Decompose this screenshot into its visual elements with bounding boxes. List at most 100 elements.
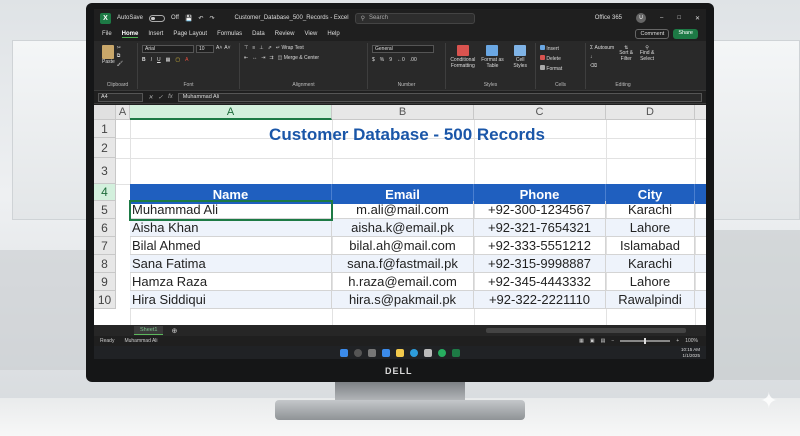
zoom-out-icon[interactable]: − (611, 338, 614, 344)
cell-email[interactable]: bilal.ah@mail.com (332, 237, 474, 255)
edge-browser-icon[interactable] (410, 348, 418, 357)
underline-icon[interactable]: U (157, 57, 161, 63)
save-icon[interactable]: 💾 (185, 15, 192, 22)
cell-phone[interactable]: +92-322-2221110 (474, 291, 606, 309)
cell-name[interactable]: Muhammad Ali (130, 201, 332, 219)
decrease-font-icon[interactable]: A˅ (224, 45, 230, 53)
fill-icon[interactable]: ↓ (590, 54, 614, 60)
cell-status[interactable]: Active (695, 201, 706, 219)
task-view-icon[interactable] (368, 348, 376, 357)
indent-icon[interactable]: ⇉ (269, 55, 273, 61)
comment-button[interactable]: Comment (635, 29, 670, 39)
cell-city[interactable]: Lahore (606, 219, 695, 237)
cell-name[interactable]: Hira Siddiqui (130, 291, 332, 309)
search-box[interactable]: ⚲ Search (354, 12, 475, 24)
tab-view[interactable]: View (304, 31, 317, 37)
font-size-select[interactable]: 10 (196, 45, 214, 53)
autosum-button[interactable]: Σ Autosum (590, 45, 614, 51)
cell-status[interactable]: Active (695, 219, 706, 237)
normal-view-icon[interactable]: ▦ (579, 338, 584, 344)
spreadsheet-grid[interactable]: AABCDE12345678910Customer Database - 500… (94, 105, 706, 325)
select-all-corner[interactable] (94, 105, 116, 120)
avatar[interactable]: U (636, 13, 646, 23)
sheet-title-cell[interactable]: Customer Database - 500 Records (131, 122, 683, 147)
align-middle-icon[interactable]: ≡ (252, 45, 255, 51)
row-header-6[interactable]: 6 (94, 219, 116, 237)
align-top-icon[interactable]: ⊤ (244, 45, 248, 51)
format-painter-icon[interactable]: 🖌 (117, 61, 123, 67)
increase-decimal-icon[interactable]: ←0 (397, 57, 405, 63)
bold-icon[interactable]: B (142, 57, 146, 63)
comma-icon[interactable]: 9 (389, 57, 392, 63)
clear-icon[interactable]: ⌫ (590, 63, 614, 69)
column-header-a[interactable]: A (130, 105, 332, 120)
wrap-text-button[interactable]: ↵ Wrap Text (276, 45, 304, 51)
format-as-table-button[interactable]: Format as Table (480, 45, 506, 69)
font-color-icon[interactable]: A (185, 57, 188, 63)
cell-city[interactable]: Karachi (606, 255, 695, 273)
delete-cells-button[interactable]: Delete (540, 55, 581, 62)
windows-start-icon[interactable] (340, 348, 348, 357)
row-header-8[interactable]: 8 (94, 255, 116, 273)
cell-name[interactable]: Sana Fatima (130, 255, 332, 273)
maximize-icon[interactable]: □ (677, 15, 681, 21)
percent-icon[interactable]: % (380, 57, 384, 63)
row-header-5[interactable]: 5 (94, 201, 116, 219)
italic-icon[interactable]: I (151, 57, 152, 63)
cell-email[interactable]: hira.s@pakmail.pk (332, 291, 474, 309)
merge-center-button[interactable]: ◫ Merge & Center (278, 55, 319, 61)
cell-email[interactable]: m.ali@mail.com (332, 201, 474, 219)
align-bottom-icon[interactable]: ⊥ (259, 45, 263, 51)
cell-phone[interactable]: +92-333-5551212 (474, 237, 606, 255)
cell-phone[interactable]: +92-315-9998887 (474, 255, 606, 273)
cell-email[interactable]: aisha.k@email.pk (332, 219, 474, 237)
increase-font-icon[interactable]: A˄ (216, 45, 222, 53)
undo-icon[interactable]: ↶ (198, 15, 203, 22)
tab-file[interactable]: File (102, 31, 112, 37)
row-header-1[interactable]: 1 (94, 120, 116, 138)
row-header-4[interactable]: 4 (94, 184, 116, 201)
cut-icon[interactable]: ✂ (117, 45, 123, 51)
row-header-10[interactable]: 10 (94, 291, 116, 309)
cell-phone[interactable]: +92-300-1234567 (474, 201, 606, 219)
copy-icon[interactable]: ⧉ (117, 53, 123, 59)
cell-email[interactable]: sana.f@fastmail.pk (332, 255, 474, 273)
column-header-c[interactable]: C (474, 105, 606, 120)
widgets-icon[interactable] (382, 348, 390, 357)
page-break-icon[interactable]: ▤ (601, 338, 606, 344)
cell-phone[interactable]: +92-345-4443332 (474, 273, 606, 291)
number-format-select[interactable]: General (372, 45, 434, 53)
sheet-tab-sheet1[interactable]: Sheet1 (134, 326, 164, 335)
name-box[interactable]: A4 (98, 92, 143, 102)
file-explorer-icon[interactable] (396, 348, 404, 357)
decrease-decimal-icon[interactable]: .00 (410, 57, 417, 63)
cell-styles-button[interactable]: Cell Styles (509, 45, 531, 69)
column-header-a[interactable]: A (116, 105, 130, 120)
row-header-3[interactable]: 3 (94, 158, 116, 184)
tab-insert[interactable]: Insert (148, 31, 163, 37)
font-name-select[interactable]: Arial (142, 45, 194, 53)
align-left-icon[interactable]: ⇤ (244, 55, 248, 61)
search-taskbar-icon[interactable] (354, 348, 362, 357)
redo-icon[interactable]: ↷ (209, 15, 214, 22)
border-icon[interactable]: ▦ (166, 57, 171, 63)
row-header-2[interactable]: 2 (94, 138, 116, 158)
find-select-button[interactable]: ⚲ Find & Select (638, 45, 656, 69)
format-cells-button[interactable]: Format (540, 65, 581, 72)
page-layout-icon[interactable]: ▣ (590, 338, 595, 344)
tab-page-layout[interactable]: Page Layout (173, 31, 207, 37)
row-header-7[interactable]: 7 (94, 237, 116, 255)
column-header-d[interactable]: D (606, 105, 695, 120)
horizontal-scrollbar[interactable] (486, 328, 686, 333)
cell-city[interactable]: Islamabad (606, 237, 695, 255)
cell-name[interactable]: Aisha Khan (130, 219, 332, 237)
row-header-9[interactable]: 9 (94, 273, 116, 291)
minimize-icon[interactable]: – (660, 15, 663, 21)
tab-help[interactable]: Help (327, 31, 339, 37)
cell-status[interactable]: Inactive (695, 291, 706, 309)
tab-formulas[interactable]: Formulas (217, 31, 242, 37)
tab-data[interactable]: Data (252, 31, 265, 37)
sort-filter-button[interactable]: ⇅ Sort & Filter (617, 45, 635, 69)
enter-icon[interactable]: ✓ (158, 94, 163, 101)
conditional-formatting-button[interactable]: Conditional Formatting (450, 45, 476, 69)
